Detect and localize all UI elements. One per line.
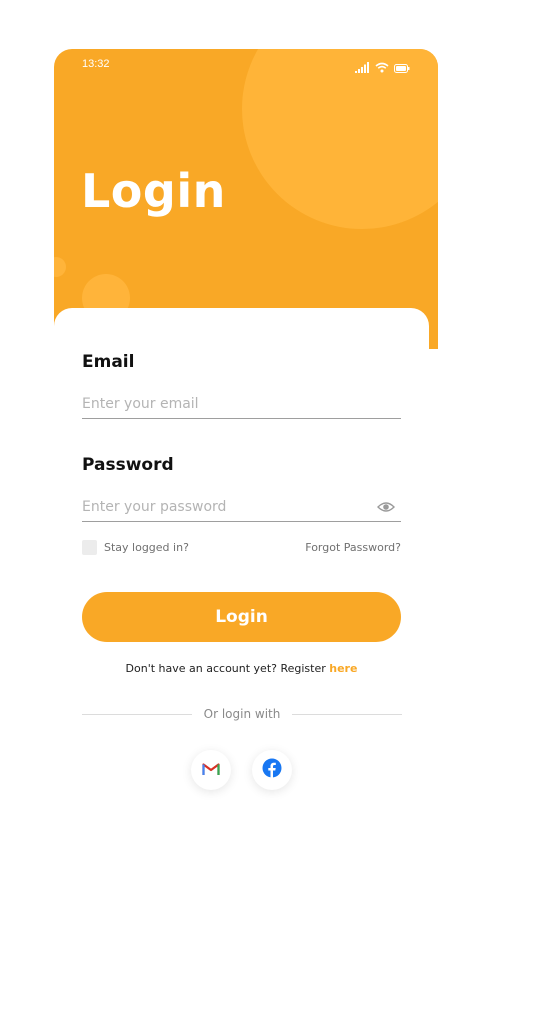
login-header: 13:32 Login <box>54 49 438 349</box>
page-title: Login <box>81 164 226 218</box>
stay-logged-in-option[interactable]: Stay logged in? <box>82 540 189 555</box>
eye-icon[interactable] <box>377 499 395 513</box>
email-label: Email <box>82 352 135 372</box>
facebook-icon <box>262 758 282 782</box>
register-prompt: Don't have an account yet? Register here <box>54 662 429 675</box>
login-button[interactable]: Login <box>82 592 401 642</box>
or-login-divider: Or login with <box>82 706 403 722</box>
register-prompt-text: Don't have an account yet? Register <box>125 662 330 675</box>
decor-circle-tiny <box>54 257 66 277</box>
phone-screen: 13:32 Login Email Enter your email Passw… <box>54 49 438 868</box>
password-field-wrapper <box>82 495 401 522</box>
password-label: Password <box>82 455 174 475</box>
signal-icon <box>355 58 370 77</box>
register-link[interactable]: here <box>329 662 357 675</box>
gmail-icon <box>202 761 220 780</box>
battery-icon <box>394 58 410 77</box>
divider-text: Or login with <box>203 707 281 721</box>
divider-line-right <box>292 713 403 715</box>
password-field[interactable] <box>82 495 372 519</box>
wifi-icon <box>375 58 389 77</box>
stay-logged-in-label: Stay logged in? <box>104 541 189 554</box>
divider-line-left <box>82 713 192 715</box>
stay-logged-in-checkbox[interactable] <box>82 540 97 555</box>
status-bar: 13:32 <box>54 49 438 81</box>
page: 13:32 Login Email Enter your email Passw… <box>0 0 549 1021</box>
login-form-card: Email Password Stay logged in? Forgot Pa… <box>54 308 429 868</box>
status-icons <box>355 58 410 77</box>
email-field-wrapper <box>82 392 401 419</box>
gmail-login-button[interactable] <box>191 750 231 790</box>
email-field[interactable] <box>82 392 372 416</box>
status-time: 13:32 <box>82 58 110 70</box>
facebook-login-button[interactable] <box>252 750 292 790</box>
forgot-password-link[interactable]: Forgot Password? <box>305 541 401 554</box>
